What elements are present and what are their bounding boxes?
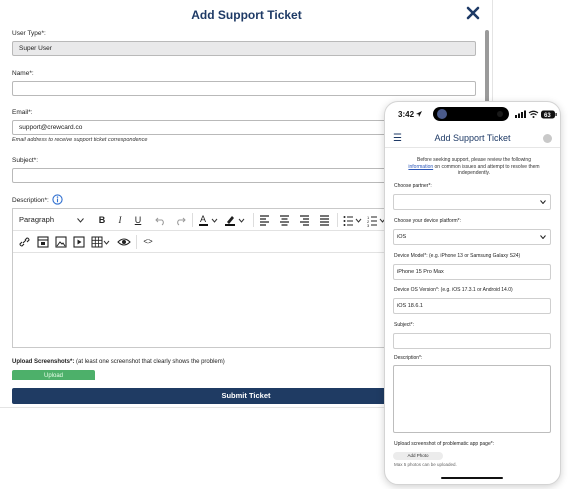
info-icon[interactable] xyxy=(52,194,63,205)
device-model-field[interactable]: iPhone 15 Pro Max xyxy=(393,264,551,280)
toolbar-divider xyxy=(136,235,137,249)
name-field[interactable] xyxy=(12,81,476,96)
mobile-description-textarea[interactable] xyxy=(393,365,551,433)
mobile-subject-field[interactable] xyxy=(393,333,551,349)
intro-after: on common issues and attempt to resolve … xyxy=(433,163,540,177)
information-link[interactable]: information xyxy=(408,164,433,170)
os-version-label: Device OS Version*: (e.g. iOS 17.3.1 or … xyxy=(394,287,513,293)
mobile-phone-frame: 3:42 63 ☰ Add Support Ticket Before seek… xyxy=(384,101,561,485)
toolbar-divider xyxy=(337,213,338,227)
add-photo-button[interactable]: Add Photo xyxy=(393,452,443,460)
intro-before: Before seeking support, please review th… xyxy=(417,157,531,163)
mobile-page-title: Add Support Ticket xyxy=(434,133,511,143)
status-time: 3:42 xyxy=(398,110,423,119)
battery-level: 63 xyxy=(544,113,551,119)
bullet-list-icon[interactable] xyxy=(343,213,363,227)
insert-video-icon[interactable] xyxy=(73,235,85,249)
user-type-label: User Type*: xyxy=(12,30,46,37)
description-label: Description*: xyxy=(12,197,49,204)
name-label: Name*: xyxy=(12,70,34,77)
underline-button[interactable]: U xyxy=(133,213,143,227)
mobile-description-label: Description*: xyxy=(394,355,423,361)
platform-select[interactable]: iOS xyxy=(393,229,551,245)
align-left-icon[interactable] xyxy=(259,213,270,227)
chevron-down-icon xyxy=(540,235,546,239)
text-color-icon[interactable]: A xyxy=(199,213,219,227)
app-icon xyxy=(437,109,447,119)
home-indicator xyxy=(441,477,503,479)
support-intro-text: Before seeking support, please review th… xyxy=(403,157,545,177)
status-time-text: 3:42 xyxy=(398,110,415,119)
camera-dot xyxy=(497,111,503,117)
device-model-label: Device Model*: (e.g. iPhone 13 or Samsun… xyxy=(394,253,521,259)
paragraph-format-select[interactable]: Paragraph xyxy=(19,213,91,227)
chevron-down-icon xyxy=(540,200,546,204)
align-right-icon[interactable] xyxy=(299,213,310,227)
mobile-subject-label: Subject*: xyxy=(394,322,415,328)
upload-label-bold: Upload Screenshots*: xyxy=(12,359,75,365)
os-version-field[interactable]: iOS 18.6.1 xyxy=(393,298,551,314)
mobile-header: ☰ Add Support Ticket xyxy=(385,130,560,148)
partner-label: Choose partner*: xyxy=(394,183,432,189)
partner-select[interactable] xyxy=(393,194,551,210)
toolbar-divider xyxy=(192,213,193,227)
insert-image-icon[interactable] xyxy=(55,235,67,249)
undo-icon[interactable] xyxy=(155,213,166,227)
bold-button[interactable]: B xyxy=(97,213,107,227)
mobile-upload-label: Upload screenshot of problematic app pag… xyxy=(394,441,495,447)
align-center-icon[interactable] xyxy=(279,213,290,227)
email-label: Email*: xyxy=(12,109,33,116)
dynamic-island xyxy=(433,107,509,121)
embed-media-icon[interactable] xyxy=(37,235,49,249)
status-icons: 63 xyxy=(515,110,557,119)
chevron-down-icon xyxy=(77,218,84,223)
redo-icon[interactable] xyxy=(175,213,186,227)
upload-screenshots-label: Upload Screenshots*: (at least one scree… xyxy=(12,359,225,365)
location-arrow-icon xyxy=(416,111,423,117)
avatar[interactable] xyxy=(543,134,552,143)
user-type-field: Super User xyxy=(12,41,476,56)
insert-table-icon[interactable] xyxy=(91,235,111,249)
code-view-button[interactable]: <> xyxy=(141,235,155,249)
max-photos-note: Max 5 photos can be uploaded. xyxy=(394,462,457,467)
toolbar-divider xyxy=(253,213,254,227)
svg-text:3: 3 xyxy=(367,223,370,227)
align-justify-icon[interactable] xyxy=(319,213,330,227)
highlight-color-icon[interactable] xyxy=(225,213,247,227)
platform-label: Choose your device platform*: xyxy=(394,218,461,224)
email-help-text: Email address to receive support ticket … xyxy=(12,137,148,143)
subject-label: Subject*: xyxy=(12,157,39,164)
svg-text:A: A xyxy=(200,214,206,224)
platform-select-value: iOS xyxy=(397,234,407,240)
link-icon[interactable] xyxy=(19,235,30,249)
modal-title: Add Support Ticket xyxy=(191,8,302,22)
paragraph-format-label: Paragraph xyxy=(19,215,55,224)
upload-button[interactable]: Upload xyxy=(12,370,95,380)
italic-button[interactable]: I xyxy=(115,213,125,227)
upload-label-rest: (at least one screenshot that clearly sh… xyxy=(74,359,225,365)
preview-eye-icon[interactable] xyxy=(117,235,131,249)
close-icon[interactable] xyxy=(466,6,480,20)
